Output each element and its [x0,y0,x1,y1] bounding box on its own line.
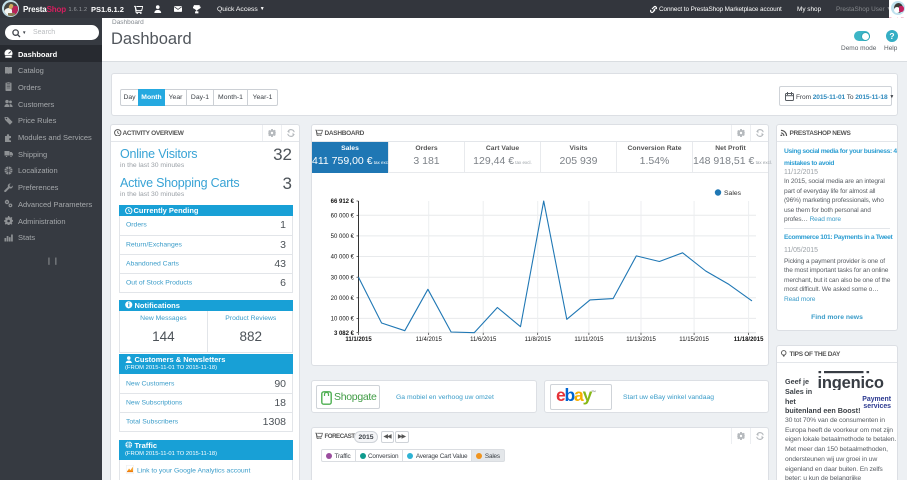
svg-text:11/18/2015: 11/18/2015 [734,337,764,343]
svg-text:3 082 €: 3 082 € [334,331,355,337]
svg-text:60 000 €: 60 000 € [331,214,355,220]
svg-text:40 000 €: 40 000 € [331,255,355,261]
svg-text:30 000 €: 30 000 € [331,275,355,281]
svg-text:11/11/2015: 11/11/2015 [574,337,604,343]
svg-text:50 000 €: 50 000 € [331,234,355,240]
svg-text:11/13/2015: 11/13/2015 [626,337,656,343]
svg-text:11/15/2015: 11/15/2015 [679,337,709,343]
svg-text:11/6/2015: 11/6/2015 [470,337,497,343]
svg-text:11/8/2015: 11/8/2015 [525,337,552,343]
svg-text:66 912 €: 66 912 € [331,199,355,205]
svg-text:11/1/2015: 11/1/2015 [345,337,372,343]
svg-text:10 000 €: 10 000 € [331,317,355,323]
svg-text:Sales: Sales [724,190,742,197]
svg-text:11/4/2015: 11/4/2015 [416,337,443,343]
svg-text:20 000 €: 20 000 € [331,296,355,302]
